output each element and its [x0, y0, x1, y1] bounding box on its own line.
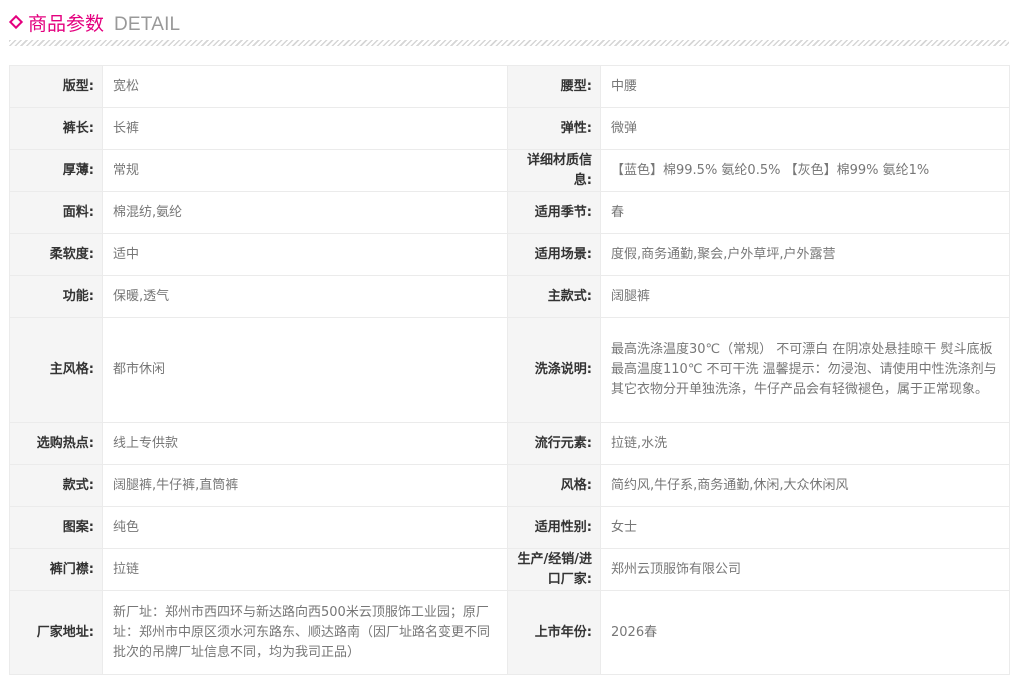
param-value: 拉链: [102, 548, 508, 591]
param-value: 棉混纺,氨纶: [102, 191, 508, 234]
striped-divider: [9, 40, 1009, 46]
param-label: 裤长:: [9, 107, 103, 150]
param-value: 宽松: [102, 65, 508, 108]
param-label: 裤门襟:: [9, 548, 103, 591]
param-value: 线上专供款: [102, 422, 508, 465]
param-value: 最高洗涤温度30℃（常规） 不可漂白 在阴凉处悬挂晾干 熨斗底板最高温度110℃…: [600, 317, 1010, 423]
table-row: 面料: 棉混纺,氨纶 适用季节: 春: [9, 191, 1010, 234]
table-row: 主风格: 都市休闲 洗涤说明: 最高洗涤温度30℃（常规） 不可漂白 在阴凉处悬…: [9, 317, 1010, 423]
param-value: 长裤: [102, 107, 508, 150]
param-label: 详细材质信息:: [507, 149, 601, 192]
param-value: 拉链,水洗: [600, 422, 1010, 465]
param-label: 弹性:: [507, 107, 601, 150]
product-params-table: 版型: 宽松 腰型: 中腰 裤长: 长裤 弹性: 微弹 厚薄: 常规 详细材质信…: [9, 65, 1010, 675]
table-row: 厂家地址: 新厂址：郑州市西四环与新达路向西500米云顶服饰工业园；原厂址：郑州…: [9, 590, 1010, 675]
table-row: 功能: 保暖,透气 主款式: 阔腿裤: [9, 275, 1010, 318]
param-label: 适用季节:: [507, 191, 601, 234]
param-value: 微弹: [600, 107, 1010, 150]
param-label: 洗涤说明:: [507, 317, 601, 423]
param-label: 流行元素:: [507, 422, 601, 465]
param-value: 阔腿裤,牛仔裤,直筒裤: [102, 464, 508, 507]
param-value: 纯色: [102, 506, 508, 549]
table-row: 款式: 阔腿裤,牛仔裤,直筒裤 风格: 简约风,牛仔系,商务通勤,休闲,大众休闲…: [9, 464, 1010, 507]
param-value: 常规: [102, 149, 508, 192]
param-label: 选购热点:: [9, 422, 103, 465]
param-label: 风格:: [507, 464, 601, 507]
param-value: 适中: [102, 233, 508, 276]
table-row: 厚薄: 常规 详细材质信息: 【蓝色】棉99.5% 氨纶0.5% 【灰色】棉99…: [9, 149, 1010, 192]
table-row: 版型: 宽松 腰型: 中腰: [9, 65, 1010, 108]
table-row: 柔软度: 适中 适用场景: 度假,商务通勤,聚会,户外草坪,户外露营: [9, 233, 1010, 276]
diamond-icon: [8, 14, 24, 30]
section-header: 商品参数 DETAIL: [0, 0, 1019, 48]
param-value: 【蓝色】棉99.5% 氨纶0.5% 【灰色】棉99% 氨纶1%: [600, 149, 1010, 192]
param-label: 上市年份:: [507, 590, 601, 675]
param-label: 柔软度:: [9, 233, 103, 276]
param-value: 保暖,透气: [102, 275, 508, 318]
param-label: 图案:: [9, 506, 103, 549]
param-value: 春: [600, 191, 1010, 234]
param-label: 主款式:: [507, 275, 601, 318]
param-value: 度假,商务通勤,聚会,户外草坪,户外露营: [600, 233, 1010, 276]
param-label: 适用场景:: [507, 233, 601, 276]
param-label: 款式:: [9, 464, 103, 507]
table-row: 裤长: 长裤 弹性: 微弹: [9, 107, 1010, 150]
param-value: 都市休闲: [102, 317, 508, 423]
table-row: 选购热点: 线上专供款 流行元素: 拉链,水洗: [9, 422, 1010, 465]
param-value: 阔腿裤: [600, 275, 1010, 318]
param-value: 郑州云顶服饰有限公司: [600, 548, 1010, 591]
param-value: 2026春: [600, 590, 1010, 675]
section-title: 商品参数: [28, 13, 105, 35]
section-title-en: DETAIL: [114, 14, 181, 35]
table-row: 裤门襟: 拉链 生产/经销/进口厂家: 郑州云顶服饰有限公司: [9, 548, 1010, 591]
table-row: 图案: 纯色 适用性别: 女士: [9, 506, 1010, 549]
param-value: 女士: [600, 506, 1010, 549]
param-label: 腰型:: [507, 65, 601, 108]
param-label: 主风格:: [9, 317, 103, 423]
param-label: 面料:: [9, 191, 103, 234]
param-label: 厚薄:: [9, 149, 103, 192]
param-label: 功能:: [9, 275, 103, 318]
param-value: 中腰: [600, 65, 1010, 108]
param-value: 新厂址：郑州市西四环与新达路向西500米云顶服饰工业园；原厂址：郑州市中原区须水…: [102, 590, 508, 675]
param-value: 简约风,牛仔系,商务通勤,休闲,大众休闲风: [600, 464, 1010, 507]
param-label: 生产/经销/进口厂家:: [507, 548, 601, 591]
param-label: 版型:: [9, 65, 103, 108]
param-label: 适用性别:: [507, 506, 601, 549]
param-label: 厂家地址:: [9, 590, 103, 675]
